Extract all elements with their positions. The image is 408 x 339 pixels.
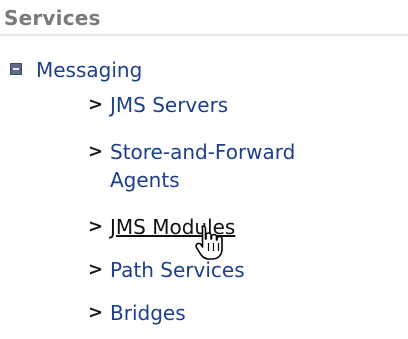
- tree-item-jms-servers[interactable]: > JMS Servers: [88, 91, 228, 119]
- chevron-right-icon: >: [88, 259, 104, 280]
- tree-item-bridges[interactable]: > Bridges: [88, 299, 186, 327]
- services-panel: Services Messaging > JMS Servers > Store…: [0, 0, 408, 339]
- tree-item-label[interactable]: Path Services: [110, 256, 245, 284]
- navigation-tree: Messaging > JMS Servers > Store-and-Forw…: [0, 36, 408, 339]
- section-title: Services: [4, 6, 101, 30]
- chevron-right-icon: >: [88, 94, 104, 115]
- tree-item-store-and-forward-agents[interactable]: > Store-and-Forward Agents: [88, 138, 340, 194]
- tree-item-path-services[interactable]: > Path Services: [88, 256, 245, 284]
- tree-item-label[interactable]: Store-and-Forward Agents: [110, 138, 340, 194]
- chevron-right-icon: >: [88, 302, 104, 323]
- tree-item-label[interactable]: JMS Modules: [110, 213, 235, 241]
- tree-node-messaging[interactable]: Messaging: [10, 56, 142, 84]
- tree-node-label[interactable]: Messaging: [36, 56, 142, 84]
- tree-item-jms-modules[interactable]: > JMS Modules: [88, 213, 235, 241]
- tree-item-label[interactable]: JMS Servers: [110, 91, 228, 119]
- section-header: Services: [0, 0, 408, 34]
- chevron-right-icon: >: [88, 216, 104, 237]
- tree-item-label[interactable]: Bridges: [110, 299, 186, 327]
- chevron-right-icon: >: [88, 141, 104, 162]
- collapse-box-icon[interactable]: [10, 63, 22, 75]
